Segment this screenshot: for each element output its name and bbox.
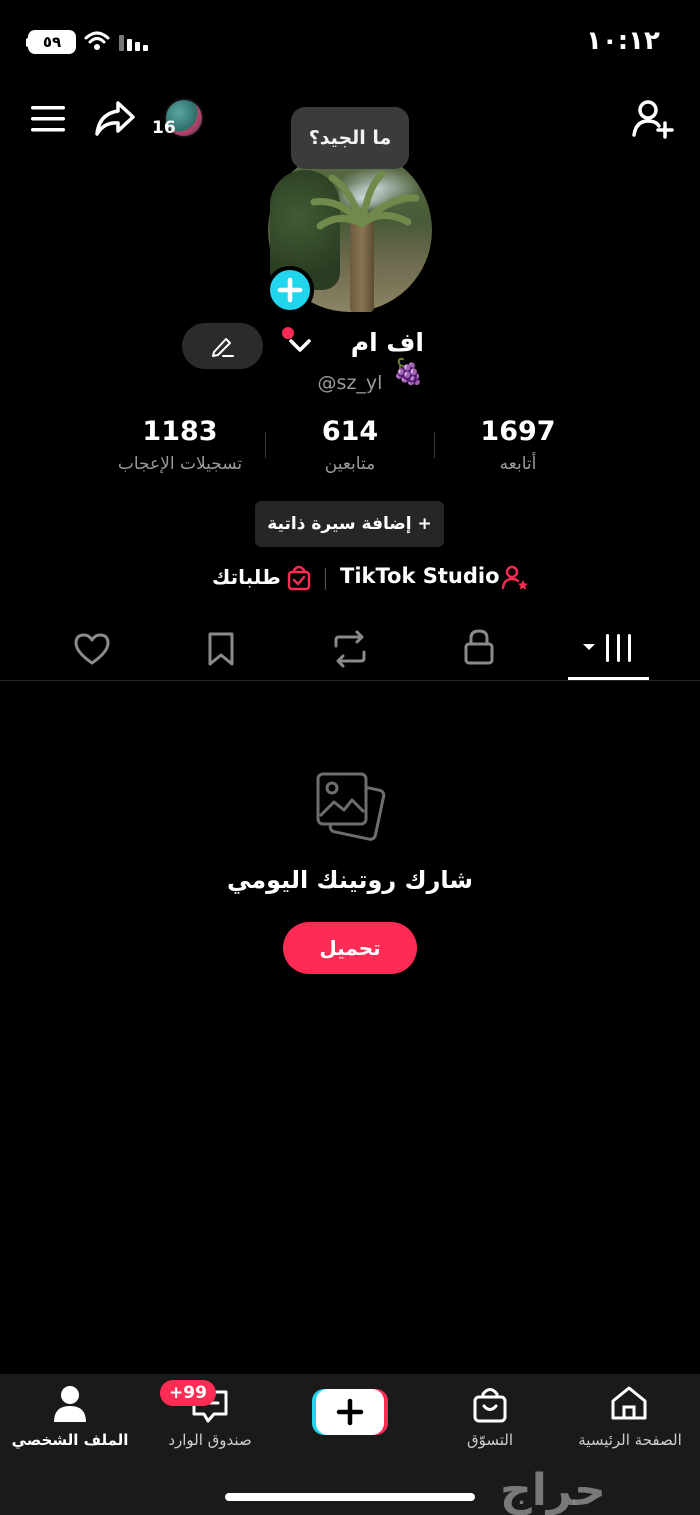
home-icon[interactable]	[609, 1385, 649, 1421]
pencil-icon	[212, 338, 234, 357]
liked-tab-heart-icon[interactable]	[74, 632, 110, 666]
add-avatar-button[interactable]	[266, 266, 314, 314]
shopping-bag-icon	[287, 565, 311, 591]
avatar-photo-palm	[310, 170, 420, 230]
studio-user-star-icon	[501, 565, 528, 590]
wifi-icon	[84, 31, 110, 50]
add-friend-icon[interactable]	[632, 99, 674, 139]
signal-icon	[119, 35, 148, 51]
nav-inbox-label[interactable]: صندوق الوارد	[140, 1431, 280, 1449]
saved-tab-bookmark-icon[interactable]	[206, 631, 236, 667]
inbox-badge: +99	[160, 1380, 216, 1406]
likes-count[interactable]: 1183	[100, 416, 260, 447]
username: @sz_yl	[317, 372, 383, 394]
active-tab-indicator	[568, 677, 649, 680]
nav-home-label[interactable]: الصفحة الرئيسية	[560, 1431, 700, 1449]
haraj-watermark: حراج	[500, 1465, 606, 1515]
plus-icon	[277, 277, 303, 303]
stats-divider	[434, 432, 435, 458]
nav-profile-label[interactable]: الملف الشخصي	[0, 1431, 140, 1449]
upload-button[interactable]: تحميل	[283, 922, 417, 974]
create-button[interactable]	[312, 1387, 388, 1437]
status-time: ١٠:١٢	[586, 26, 660, 56]
following-count[interactable]: 1697	[438, 416, 598, 447]
share-icon[interactable]	[94, 100, 136, 138]
photos-empty-icon	[316, 772, 386, 841]
followers-label: متابعين	[324, 454, 376, 474]
private-tab-lock-icon[interactable]	[463, 628, 495, 666]
profile-person-icon[interactable]	[52, 1385, 88, 1423]
chevron-down-icon[interactable]	[288, 337, 312, 355]
tiktok-studio-link[interactable]: TikTok Studio	[340, 564, 500, 588]
shop-bag-icon[interactable]	[472, 1385, 508, 1423]
followers-count[interactable]: 614	[270, 416, 430, 447]
add-bio-button[interactable]: + إضافة سيرة ذاتية	[255, 501, 444, 547]
following-label: أتابعه	[499, 454, 537, 474]
links-separator	[325, 568, 326, 590]
edit-profile-button[interactable]	[182, 323, 263, 369]
home-indicator[interactable]	[225, 1493, 475, 1501]
status-bubble[interactable]: ما الجيد؟	[291, 107, 409, 169]
menu-icon[interactable]	[30, 104, 66, 134]
nav-shop-label[interactable]: التسوّق	[420, 1431, 560, 1449]
orders-link[interactable]: طلباتك	[212, 565, 281, 589]
likes-label: تسجيلات الإعجاب	[117, 454, 243, 474]
tabs-divider	[0, 680, 700, 681]
videos-tab-grid-icon[interactable]	[580, 632, 636, 664]
battery-indicator: ٥٩	[28, 30, 76, 54]
empty-state-title: شارك روتينك اليومي	[226, 866, 474, 894]
story-count: 16	[152, 118, 176, 138]
stats-divider	[265, 432, 266, 458]
repost-tab-icon[interactable]	[330, 630, 370, 668]
